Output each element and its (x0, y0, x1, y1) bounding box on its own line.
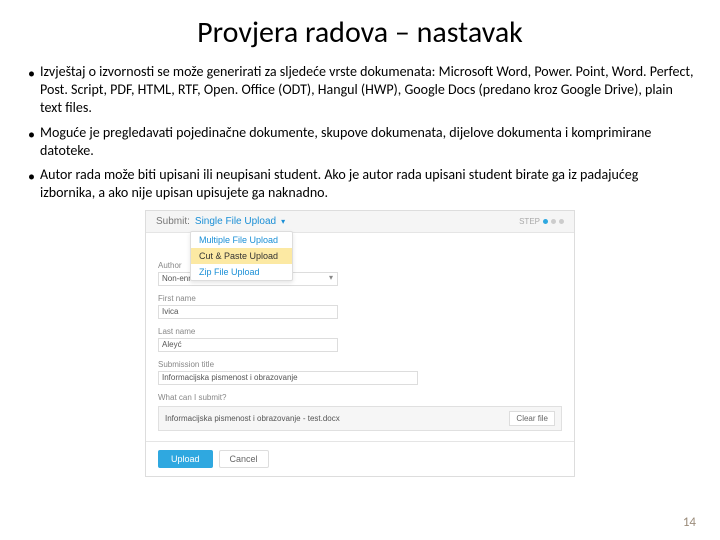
chevron-down-icon[interactable]: ▾ (281, 217, 285, 226)
firstname-label: First name (158, 294, 562, 303)
bullet-list: • Izvještaj o izvornosti se može generir… (0, 63, 720, 202)
page-number: 14 (683, 515, 696, 530)
slide-title: Provjera radova – nastavak (0, 0, 720, 63)
bullet-item: • Izvještaj o izvornosti se može generir… (28, 63, 696, 118)
bullet-dot: • (28, 124, 40, 160)
file-name: Informacijska pismenost i obrazovanje - … (165, 414, 340, 423)
upload-button[interactable]: Upload (158, 450, 213, 468)
what-can-submit-link[interactable]: What can I submit? (158, 393, 562, 402)
lastname-input[interactable]: Aleyć (158, 338, 338, 352)
embedded-screenshot: Submit: Single File Upload ▾ STEP Multip… (145, 210, 575, 477)
firstname-input[interactable]: Ivica (158, 305, 338, 319)
title-input[interactable]: Informacijska pismenost i obrazovanje (158, 371, 418, 385)
step-dot-1 (543, 219, 548, 224)
step-label: STEP (519, 217, 540, 226)
file-attachment-row: Informacijska pismenost i obrazovanje - … (158, 406, 562, 431)
step-dot-2 (551, 219, 556, 224)
bullet-text: Autor rada može biti upisani ili neupisa… (40, 166, 696, 202)
menu-item-zip[interactable]: Zip File Upload (191, 264, 292, 280)
step-indicator: STEP (519, 217, 564, 226)
bullet-item: • Moguće je pregledavati pojedinačne dok… (28, 124, 696, 160)
menu-item-multiple[interactable]: Multiple File Upload (191, 232, 292, 248)
submit-label: Submit: (156, 216, 190, 227)
bullet-text: Moguće je pregledavati pojedinačne dokum… (40, 124, 696, 160)
bullet-dot: • (28, 166, 40, 202)
cancel-button[interactable]: Cancel (219, 450, 269, 468)
bullet-dot: • (28, 63, 40, 118)
upload-type-menu[interactable]: Multiple File Upload Cut & Paste Upload … (190, 231, 293, 281)
upload-type-dropdown[interactable]: Single File Upload (195, 216, 276, 227)
submit-header: Submit: Single File Upload ▾ STEP (146, 211, 574, 233)
clear-file-button[interactable]: Clear file (509, 411, 555, 426)
title-label: Submission title (158, 360, 562, 369)
button-row: Upload Cancel (146, 441, 574, 476)
lastname-label: Last name (158, 327, 562, 336)
bullet-item: • Autor rada može biti upisani ili neupi… (28, 166, 696, 202)
bullet-text: Izvještaj o izvornosti se može generirat… (40, 63, 696, 118)
step-dot-3 (559, 219, 564, 224)
menu-item-cutpaste[interactable]: Cut & Paste Upload (191, 248, 292, 264)
